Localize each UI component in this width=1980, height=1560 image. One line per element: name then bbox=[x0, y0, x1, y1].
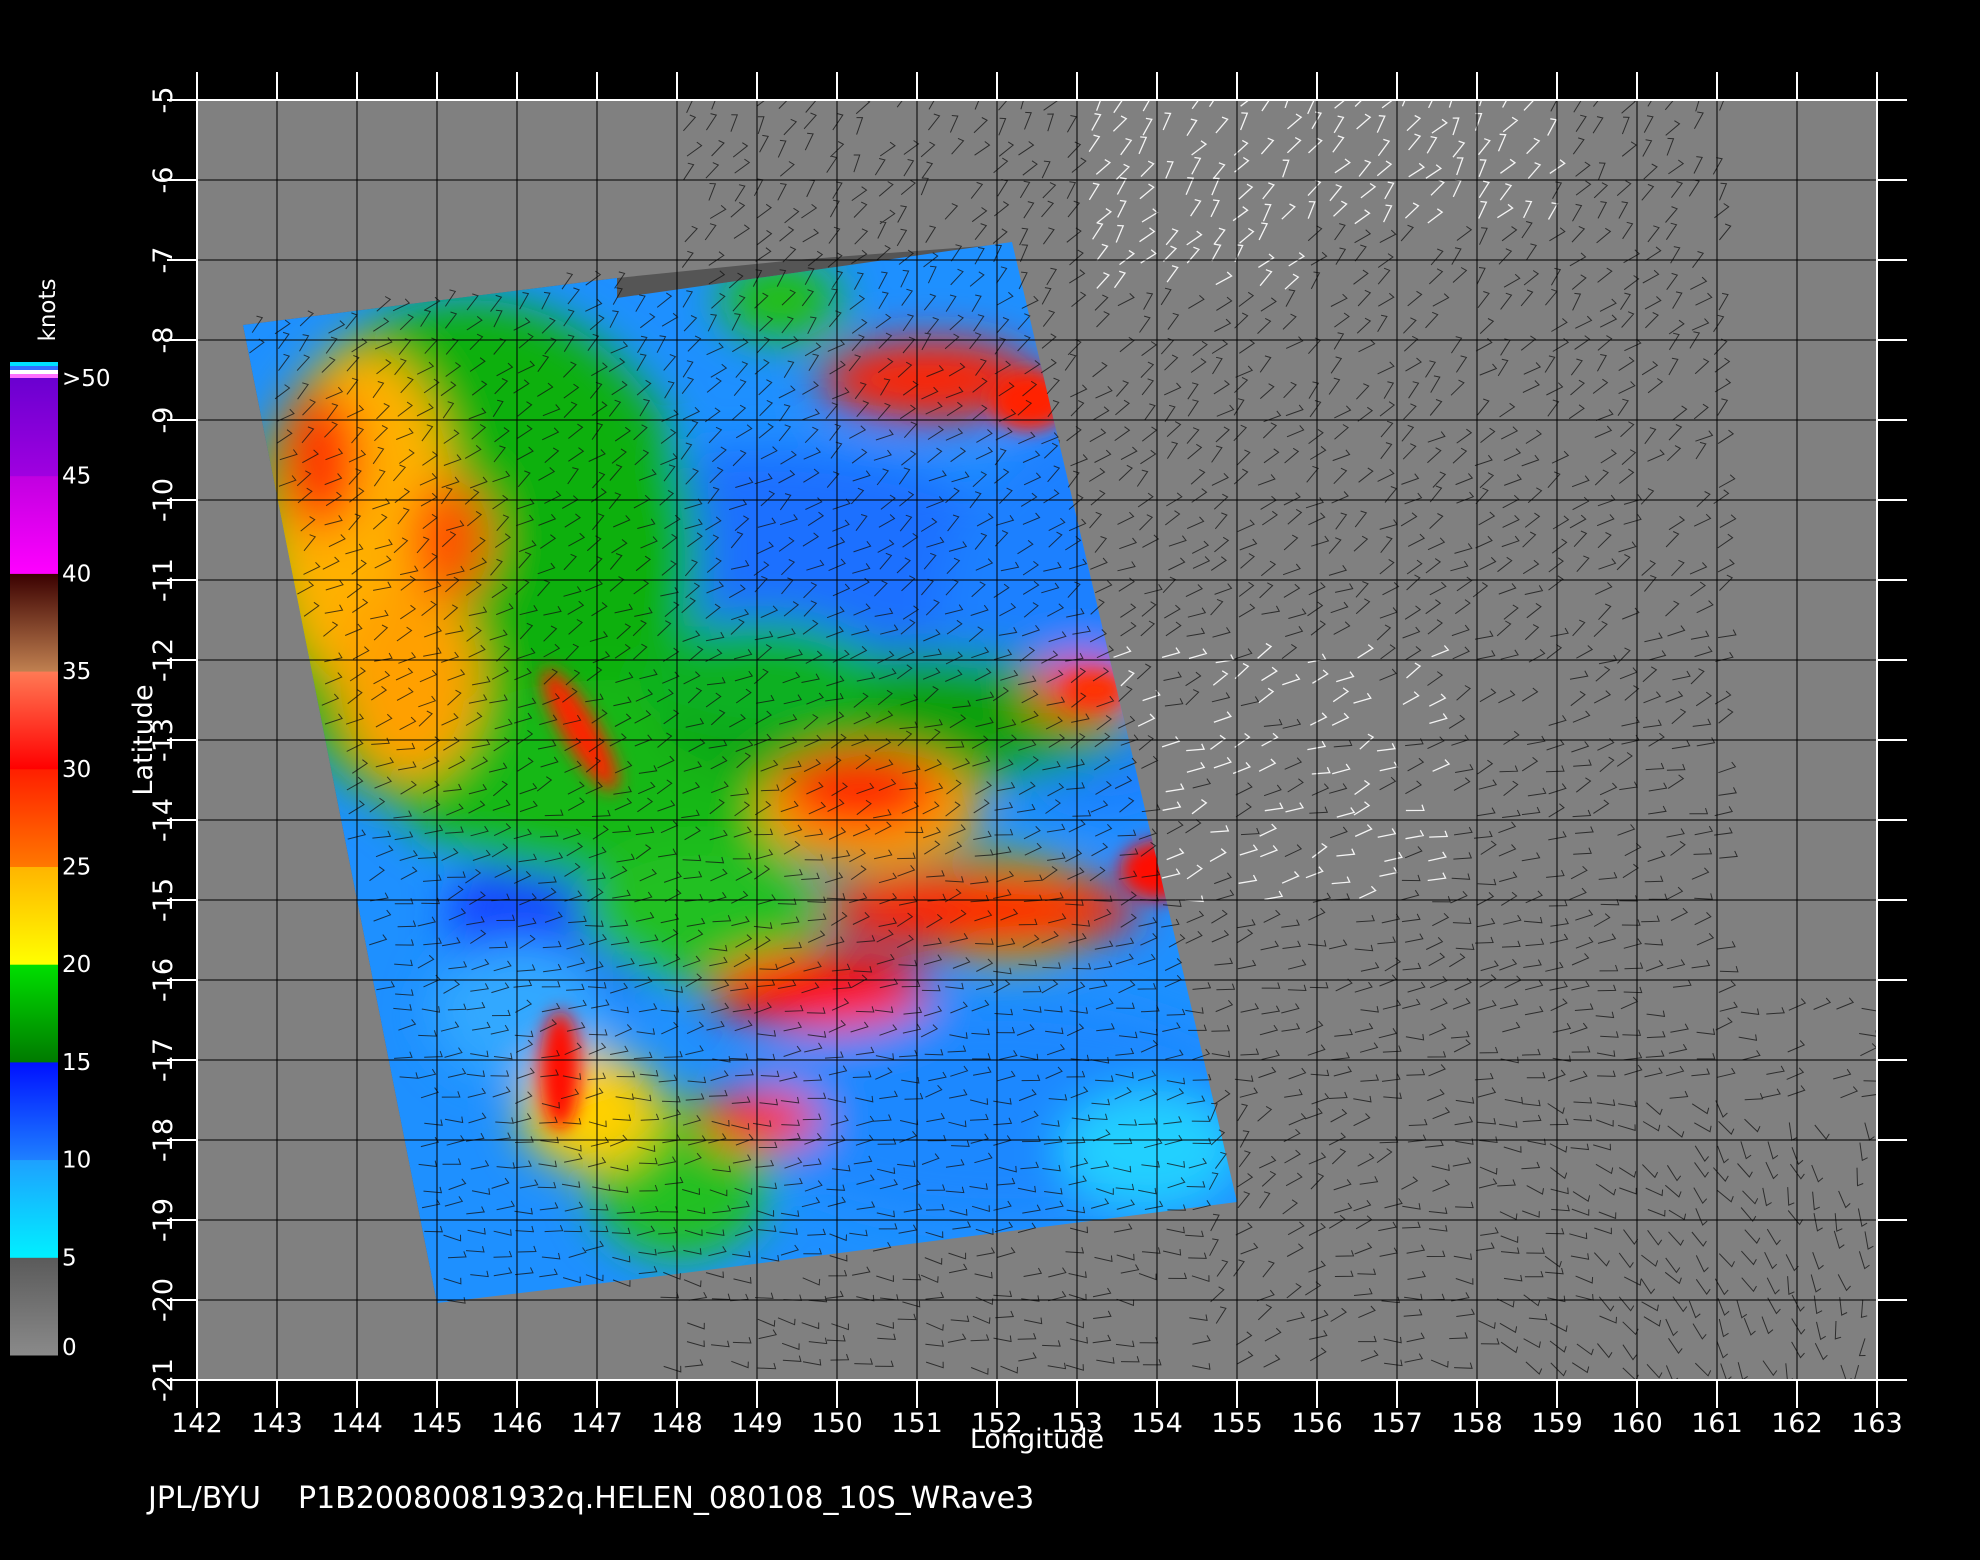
x-tick-label: 156 bbox=[1291, 1408, 1343, 1439]
y-tick-label: -9 bbox=[148, 407, 179, 434]
y-tick-label: -10 bbox=[148, 478, 179, 522]
colorbar-overflow-band bbox=[10, 374, 58, 378]
y-tick-label: -7 bbox=[148, 247, 179, 274]
colorbar-band bbox=[10, 1257, 58, 1356]
x-tick-label: 150 bbox=[811, 1408, 863, 1439]
x-tick-label: 151 bbox=[891, 1408, 943, 1439]
x-tick-label: 143 bbox=[251, 1408, 303, 1439]
colorbar-overflow-band bbox=[10, 366, 58, 370]
y-tick-label: -21 bbox=[148, 1358, 179, 1402]
x-axis-title: Longitude bbox=[970, 1424, 1104, 1455]
y-tick-label: -5 bbox=[148, 87, 179, 114]
colorbar-unit: knots bbox=[35, 279, 61, 342]
x-tick-label: 149 bbox=[731, 1408, 783, 1439]
y-tick-label: -20 bbox=[148, 1278, 179, 1322]
colorbar-band bbox=[10, 768, 58, 867]
y-tick-label: -17 bbox=[148, 1038, 179, 1082]
colorbar-tick-label: 25 bbox=[62, 855, 91, 881]
x-tick-label: 146 bbox=[491, 1408, 543, 1439]
colorbar-tick-label: 0 bbox=[62, 1335, 77, 1361]
x-tick-label: 162 bbox=[1771, 1408, 1823, 1439]
x-tick-label: 158 bbox=[1451, 1408, 1503, 1439]
colorbar-band bbox=[10, 866, 58, 965]
y-tick-label: -12 bbox=[148, 638, 179, 682]
colorbar-tick-label: 10 bbox=[62, 1148, 91, 1174]
colorbar-tick-label: 35 bbox=[62, 659, 91, 685]
colorbar-band bbox=[10, 671, 58, 770]
colorbar-band bbox=[10, 1159, 58, 1258]
colorbar-tick-label: 20 bbox=[62, 952, 91, 978]
colorbar-band bbox=[10, 475, 58, 574]
x-tick-label: 154 bbox=[1131, 1408, 1183, 1439]
colorbar-tick-label: 40 bbox=[62, 561, 91, 587]
x-tick-label: 157 bbox=[1371, 1408, 1423, 1439]
scatterometer-wind-map: 142 143 144 145 146 147 148 149 150 151 152 153 154 1… bbox=[10, 72, 1907, 1516]
colorbar-band bbox=[10, 573, 58, 672]
x-tick-label: 160 bbox=[1611, 1408, 1663, 1439]
colorbar-tick-label: 30 bbox=[62, 757, 91, 783]
x-tick-label: 155 bbox=[1211, 1408, 1263, 1439]
colorbar-band bbox=[10, 378, 58, 477]
colorbar-tick-label: 45 bbox=[62, 464, 91, 490]
colorbar-tick-label: 5 bbox=[62, 1245, 77, 1271]
y-tick-label: -8 bbox=[148, 327, 179, 354]
x-tick-label: 142 bbox=[171, 1408, 223, 1439]
x-tick-label: 144 bbox=[331, 1408, 383, 1439]
colorbar-band bbox=[10, 1061, 58, 1161]
x-tick-label: 148 bbox=[651, 1408, 703, 1439]
y-tick-label: -6 bbox=[148, 167, 179, 194]
colorbar-tick-label: 15 bbox=[62, 1050, 91, 1076]
x-tick-label: 147 bbox=[571, 1408, 623, 1439]
x-tick-label: 163 bbox=[1851, 1408, 1903, 1439]
y-tick-label: -11 bbox=[148, 558, 179, 602]
x-tick-label: 145 bbox=[411, 1408, 463, 1439]
colorbar-overflow-band bbox=[10, 362, 58, 366]
colorbar-overflow-band bbox=[10, 370, 58, 374]
x-tick-label: 159 bbox=[1531, 1408, 1583, 1439]
wind-speed-colorbar: knots >50 45 40 35 30 25 20 15 10 5 0 bbox=[10, 279, 111, 1361]
y-axis-title: Latitude bbox=[128, 684, 159, 795]
footer-filename: P1B20080081932q.HELEN_080108_10S_WRave3 bbox=[298, 1481, 1034, 1516]
colorbar-tick-label: >50 bbox=[62, 366, 111, 392]
colorbar-band bbox=[10, 964, 58, 1063]
y-tick-label: -18 bbox=[148, 1118, 179, 1162]
footer-source: JPL/BYU bbox=[146, 1481, 261, 1516]
y-tick-label: -14 bbox=[148, 798, 179, 842]
x-tick-label: 161 bbox=[1691, 1408, 1743, 1439]
y-tick-label: -19 bbox=[148, 1198, 179, 1242]
y-tick-label: -16 bbox=[148, 958, 179, 1002]
y-tick-label: -15 bbox=[148, 878, 179, 922]
